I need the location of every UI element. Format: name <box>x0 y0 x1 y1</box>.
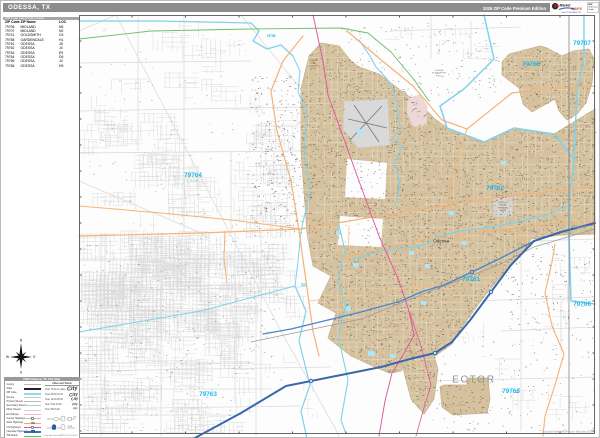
svg-text:79763: 79763 <box>199 391 217 398</box>
svg-text:79706: 79706 <box>573 301 591 308</box>
svg-text:ECTOR: ECTOR <box>452 375 496 386</box>
svg-text:79761: 79761 <box>462 276 480 283</box>
svg-text:79762: 79762 <box>486 185 504 192</box>
svg-text:SCHLEMEYER: SCHLEMEYER <box>432 73 447 75</box>
svg-text:S: S <box>20 371 23 375</box>
svg-text:123: 123 <box>73 416 77 418</box>
svg-text:Copyright MarketMAPS.com Map: Copyright MarketMAPS.com Map data 2026 <box>542 430 593 434</box>
svg-text:79758: 79758 <box>267 34 276 38</box>
svg-text:79766: 79766 <box>502 388 520 395</box>
svg-text:Odessa: Odessa <box>433 239 449 244</box>
svg-text:W: W <box>6 355 10 359</box>
svg-text:MIDLAND: MIDLAND <box>572 225 589 229</box>
svg-text:N: N <box>20 339 23 343</box>
svg-text:79765: 79765 <box>522 61 540 68</box>
svg-text:E: E <box>33 355 36 359</box>
svg-text:CRK &: CRK & <box>310 63 317 65</box>
svg-text:PERMIAN: PERMIAN <box>498 206 508 209</box>
svg-text:BASIN: BASIN <box>500 209 507 212</box>
svg-text:79764: 79764 <box>184 172 202 179</box>
svg-text:SWEET: SWEET <box>309 60 317 62</box>
svg-text:79707: 79707 <box>573 40 591 47</box>
svg-text:TEXAS: TEXAS <box>500 204 507 207</box>
svg-text:ODESSA: ODESSA <box>435 69 444 72</box>
svg-text:CLUB: CLUB <box>310 68 316 70</box>
svg-text:UNIV OF: UNIV OF <box>499 202 508 204</box>
svg-text:COUNTRY: COUNTRY <box>308 65 319 67</box>
svg-text:FIELD: FIELD <box>436 75 442 77</box>
